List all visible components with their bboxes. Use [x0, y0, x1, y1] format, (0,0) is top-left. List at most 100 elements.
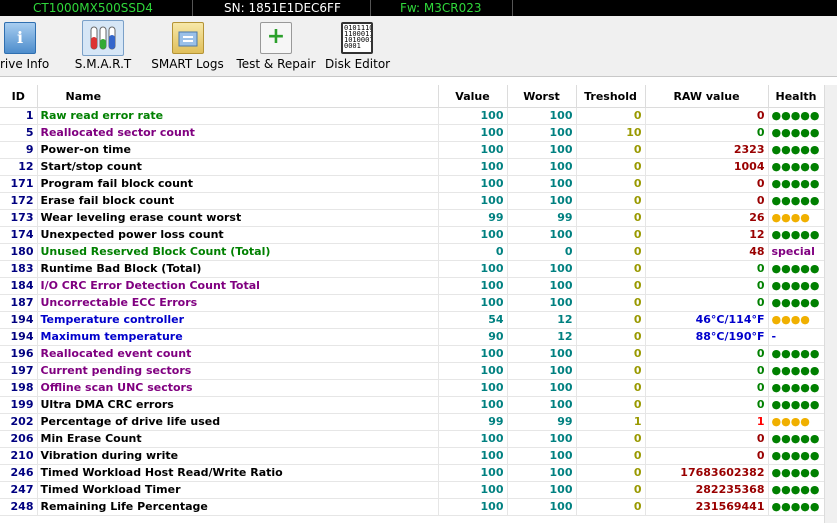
- attribute-value: 100: [438, 447, 508, 465]
- attribute-threshold: 0: [576, 158, 646, 176]
- drive-model-tab[interactable]: CT1000MX500SSD4: [0, 0, 193, 16]
- attribute-worst: 100: [507, 226, 577, 244]
- table-row[interactable]: 184 I/O CRC Error Detection Count Total 10…: [0, 277, 825, 295]
- attribute-threshold: 0: [576, 294, 646, 312]
- table-row[interactable]: 196 Reallocated event count 100 100 0 0 ●●●●●: [0, 345, 825, 363]
- attribute-threshold: 0: [576, 379, 646, 397]
- attribute-name: Erase fail block count: [37, 192, 439, 210]
- table-row[interactable]: 210 Vibration during write 100 100 0 0 ●●●●●: [0, 447, 825, 465]
- attribute-worst: 99: [507, 413, 577, 431]
- firmware-tab[interactable]: Fw: M3CR023: [371, 0, 513, 16]
- table-row[interactable]: 248 Remaining Life Percentage 100 100 0 23156…: [0, 498, 825, 516]
- column-header-id[interactable]: ID: [0, 85, 38, 108]
- row-id: 9: [0, 141, 38, 159]
- table-row[interactable]: 12 Start/stop count 100 100 0 1004 ●●●●●: [0, 158, 825, 176]
- table-row[interactable]: 194 Maximum temperature 90 12 0 88°C/190°F -: [0, 328, 825, 346]
- row-id: 202: [0, 413, 38, 431]
- column-header-name[interactable]: Name: [37, 85, 439, 108]
- health-indicator: ●●●●●: [768, 345, 825, 363]
- raw-value: 26: [645, 209, 769, 227]
- row-id: 180: [0, 243, 38, 261]
- attribute-threshold: 0: [576, 107, 646, 125]
- table-row[interactable]: 199 Ultra DMA CRC errors 100 100 0 0 ●●●●●: [0, 396, 825, 414]
- health-indicator: ●●●●●: [768, 260, 825, 278]
- health-indicator: ●●●●: [768, 311, 825, 329]
- attribute-value: 100: [438, 226, 508, 244]
- table-row[interactable]: 5 Reallocated sector count 100 100 10 0 ●●●●●: [0, 124, 825, 142]
- attribute-threshold: 0: [576, 243, 646, 261]
- attribute-name: Vibration during write: [37, 447, 439, 465]
- attribute-worst: 100: [507, 430, 577, 448]
- attribute-name: Maximum temperature: [37, 328, 439, 346]
- attribute-worst: 100: [507, 464, 577, 482]
- smart-button[interactable]: S.M.A.R.T: [72, 16, 134, 76]
- row-id: 174: [0, 226, 38, 244]
- first-aid-icon: +: [260, 22, 292, 54]
- attribute-worst: 99: [507, 209, 577, 227]
- table-row[interactable]: 174 Unexpected power loss count 100 100 0 12 ●…: [0, 226, 825, 244]
- health-indicator: ●●●●●: [768, 481, 825, 499]
- table-row[interactable]: 194 Temperature controller 54 12 0 46°C/114°F…: [0, 311, 825, 329]
- health-indicator: ●●●●●: [768, 158, 825, 176]
- firmware-label: Fw: M3CR023: [400, 1, 482, 15]
- table-row[interactable]: 187 Uncorrectable ECC Errors 100 100 0 0 ●●●●●: [0, 294, 825, 312]
- table-row[interactable]: 1 Raw read error rate 100 100 0 0 ●●●●●: [0, 107, 825, 125]
- raw-value: 48: [645, 243, 769, 261]
- table-row[interactable]: 202 Percentage of drive life used 99 99 1 1 ●●…: [0, 413, 825, 431]
- test-repair-label: Test & Repair: [236, 57, 316, 71]
- attribute-name: Reallocated event count: [37, 345, 439, 363]
- attribute-value: 100: [438, 260, 508, 278]
- raw-value: 0: [645, 396, 769, 414]
- column-header-threshold[interactable]: Treshold: [576, 85, 646, 108]
- row-id: 5: [0, 124, 38, 142]
- table-row[interactable]: 197 Current pending sectors 100 100 0 0 ●●●●●: [0, 362, 825, 380]
- attribute-name: Timed Workload Timer: [37, 481, 439, 499]
- health-indicator: ●●●●: [768, 413, 825, 431]
- attribute-value: 100: [438, 430, 508, 448]
- test-repair-button[interactable]: + Test & Repair: [236, 16, 316, 76]
- table-row[interactable]: 247 Timed Workload Timer 100 100 0 282235368 ●…: [0, 481, 825, 499]
- serial-number-tab[interactable]: SN: 1851E1DEC6FF: [193, 0, 371, 16]
- attribute-value: 100: [438, 464, 508, 482]
- attribute-worst: 100: [507, 124, 577, 142]
- table-row[interactable]: 173 Wear leveling erase count worst 99 99 0 2…: [0, 209, 825, 227]
- attribute-name: Runtime Bad Block (Total): [37, 260, 439, 278]
- table-body: 1 Raw read error rate 100 100 0 0 ●●●●● 5 Reallo…: [0, 107, 825, 516]
- column-header-raw-value[interactable]: RAW value: [645, 85, 769, 108]
- table-row[interactable]: 172 Erase fail block count 100 100 0 0 ●●●●●: [0, 192, 825, 210]
- row-id: 172: [0, 192, 38, 210]
- raw-value: 1004: [645, 158, 769, 176]
- column-header-value[interactable]: Value: [438, 85, 508, 108]
- table-row[interactable]: 171 Program fail block count 100 100 0 0 ●●●●●: [0, 175, 825, 193]
- table-row[interactable]: 198 Offline scan UNC sectors 100 100 0 0 ●●●●●: [0, 379, 825, 397]
- drive-info-button[interactable]: i Drive Info: [0, 16, 50, 76]
- row-id: 171: [0, 175, 38, 193]
- health-indicator: ●●●●●: [768, 141, 825, 159]
- health-indicator: ●●●●●: [768, 379, 825, 397]
- raw-value: 0: [645, 379, 769, 397]
- attribute-worst: 100: [507, 481, 577, 499]
- table-row[interactable]: 246 Timed Workload Host Read/Write Ratio 1…: [0, 464, 825, 482]
- attribute-threshold: 0: [576, 498, 646, 516]
- attribute-threshold: 0: [576, 260, 646, 278]
- raw-value: 46°C/114°F: [645, 311, 769, 329]
- disk-editor-button[interactable]: 0101110 1100011 1010001 0001 Disk Editor: [325, 16, 390, 76]
- attribute-value: 99: [438, 413, 508, 431]
- attribute-threshold: 0: [576, 430, 646, 448]
- attribute-threshold: 0: [576, 311, 646, 329]
- table-row[interactable]: 183 Runtime Bad Block (Total) 100 100 0 0 ●●●●…: [0, 260, 825, 278]
- table-row[interactable]: 9 Power-on time 100 100 0 2323 ●●●●●: [0, 141, 825, 159]
- attribute-worst: 100: [507, 107, 577, 125]
- raw-value: 88°C/190°F: [645, 328, 769, 346]
- health-indicator: ●●●●●: [768, 447, 825, 465]
- table-header-row: ID Name Value Worst Treshold RAW value H…: [0, 85, 825, 108]
- health-indicator: ●●●●●: [768, 175, 825, 193]
- attribute-value: 54: [438, 311, 508, 329]
- table-row[interactable]: 180 Unused Reserved Block Count (Total) 0 0…: [0, 243, 825, 261]
- smart-logs-button[interactable]: SMART Logs: [150, 16, 225, 76]
- column-header-worst[interactable]: Worst: [507, 85, 577, 108]
- vertical-scrollbar[interactable]: [824, 85, 837, 523]
- column-header-health[interactable]: Health: [768, 85, 825, 108]
- table-row[interactable]: 206 Min Erase Count 100 100 0 0 ●●●●●: [0, 430, 825, 448]
- attribute-value: 100: [438, 158, 508, 176]
